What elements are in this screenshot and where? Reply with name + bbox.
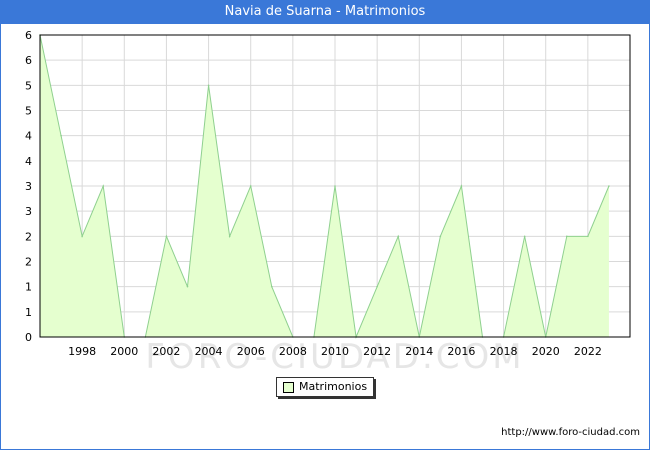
y-tick-label: 4 — [25, 130, 32, 143]
data-point — [523, 235, 526, 238]
y-tick-label: 4 — [25, 155, 32, 168]
data-point — [186, 285, 189, 288]
x-tick-label: 2018 — [490, 345, 518, 358]
y-tick-label: 6 — [25, 29, 32, 42]
x-tick-label: 2008 — [279, 345, 307, 358]
x-tick-label: 2014 — [405, 345, 433, 358]
x-tick-label: 2002 — [152, 345, 180, 358]
data-point — [102, 185, 105, 187]
data-point — [587, 235, 589, 238]
legend-swatch — [283, 382, 294, 393]
data-point — [165, 235, 168, 238]
data-point — [207, 84, 210, 87]
y-tick-label: 2 — [25, 230, 32, 243]
x-tick-label: 1998 — [68, 345, 96, 358]
y-tick-label: 3 — [25, 180, 32, 193]
data-point — [228, 235, 231, 238]
y-tick-label: 0 — [25, 331, 32, 344]
y-tick-label: 5 — [25, 105, 32, 118]
data-point — [249, 185, 252, 187]
y-tick-label: 1 — [25, 306, 32, 319]
source-url: http://www.foro-ciudad.com — [501, 427, 640, 438]
x-tick-label: 2006 — [237, 345, 265, 358]
data-point — [439, 235, 442, 238]
x-tick-label: 2004 — [195, 345, 223, 358]
data-point — [334, 185, 336, 187]
x-tick-label: 2010 — [321, 345, 349, 358]
y-tick-label: 1 — [25, 281, 32, 294]
y-tick-label: 6 — [25, 54, 32, 67]
y-tick-label: 5 — [25, 79, 32, 92]
x-tick-label: 2020 — [532, 345, 560, 358]
y-tick-label: 2 — [25, 256, 32, 269]
data-point — [81, 235, 83, 238]
legend: Matrimonios — [276, 377, 374, 397]
legend-label: Matrimonios — [299, 380, 368, 393]
data-point — [60, 134, 62, 137]
data-point — [376, 285, 378, 288]
data-point — [460, 185, 463, 187]
data-point — [270, 285, 273, 288]
x-tick-label: 2012 — [363, 345, 391, 358]
y-axis-ticks: 0 1 1 2 2 3 3 4 4 5 5 6 6 — [25, 29, 32, 344]
data-point — [608, 185, 610, 187]
data-point — [565, 235, 568, 238]
x-tick-label: 2000 — [110, 345, 138, 358]
data-point — [397, 235, 400, 238]
x-tick-label: 2022 — [574, 345, 602, 358]
x-tick-label: 2016 — [447, 345, 475, 358]
y-tick-label: 3 — [25, 205, 32, 218]
